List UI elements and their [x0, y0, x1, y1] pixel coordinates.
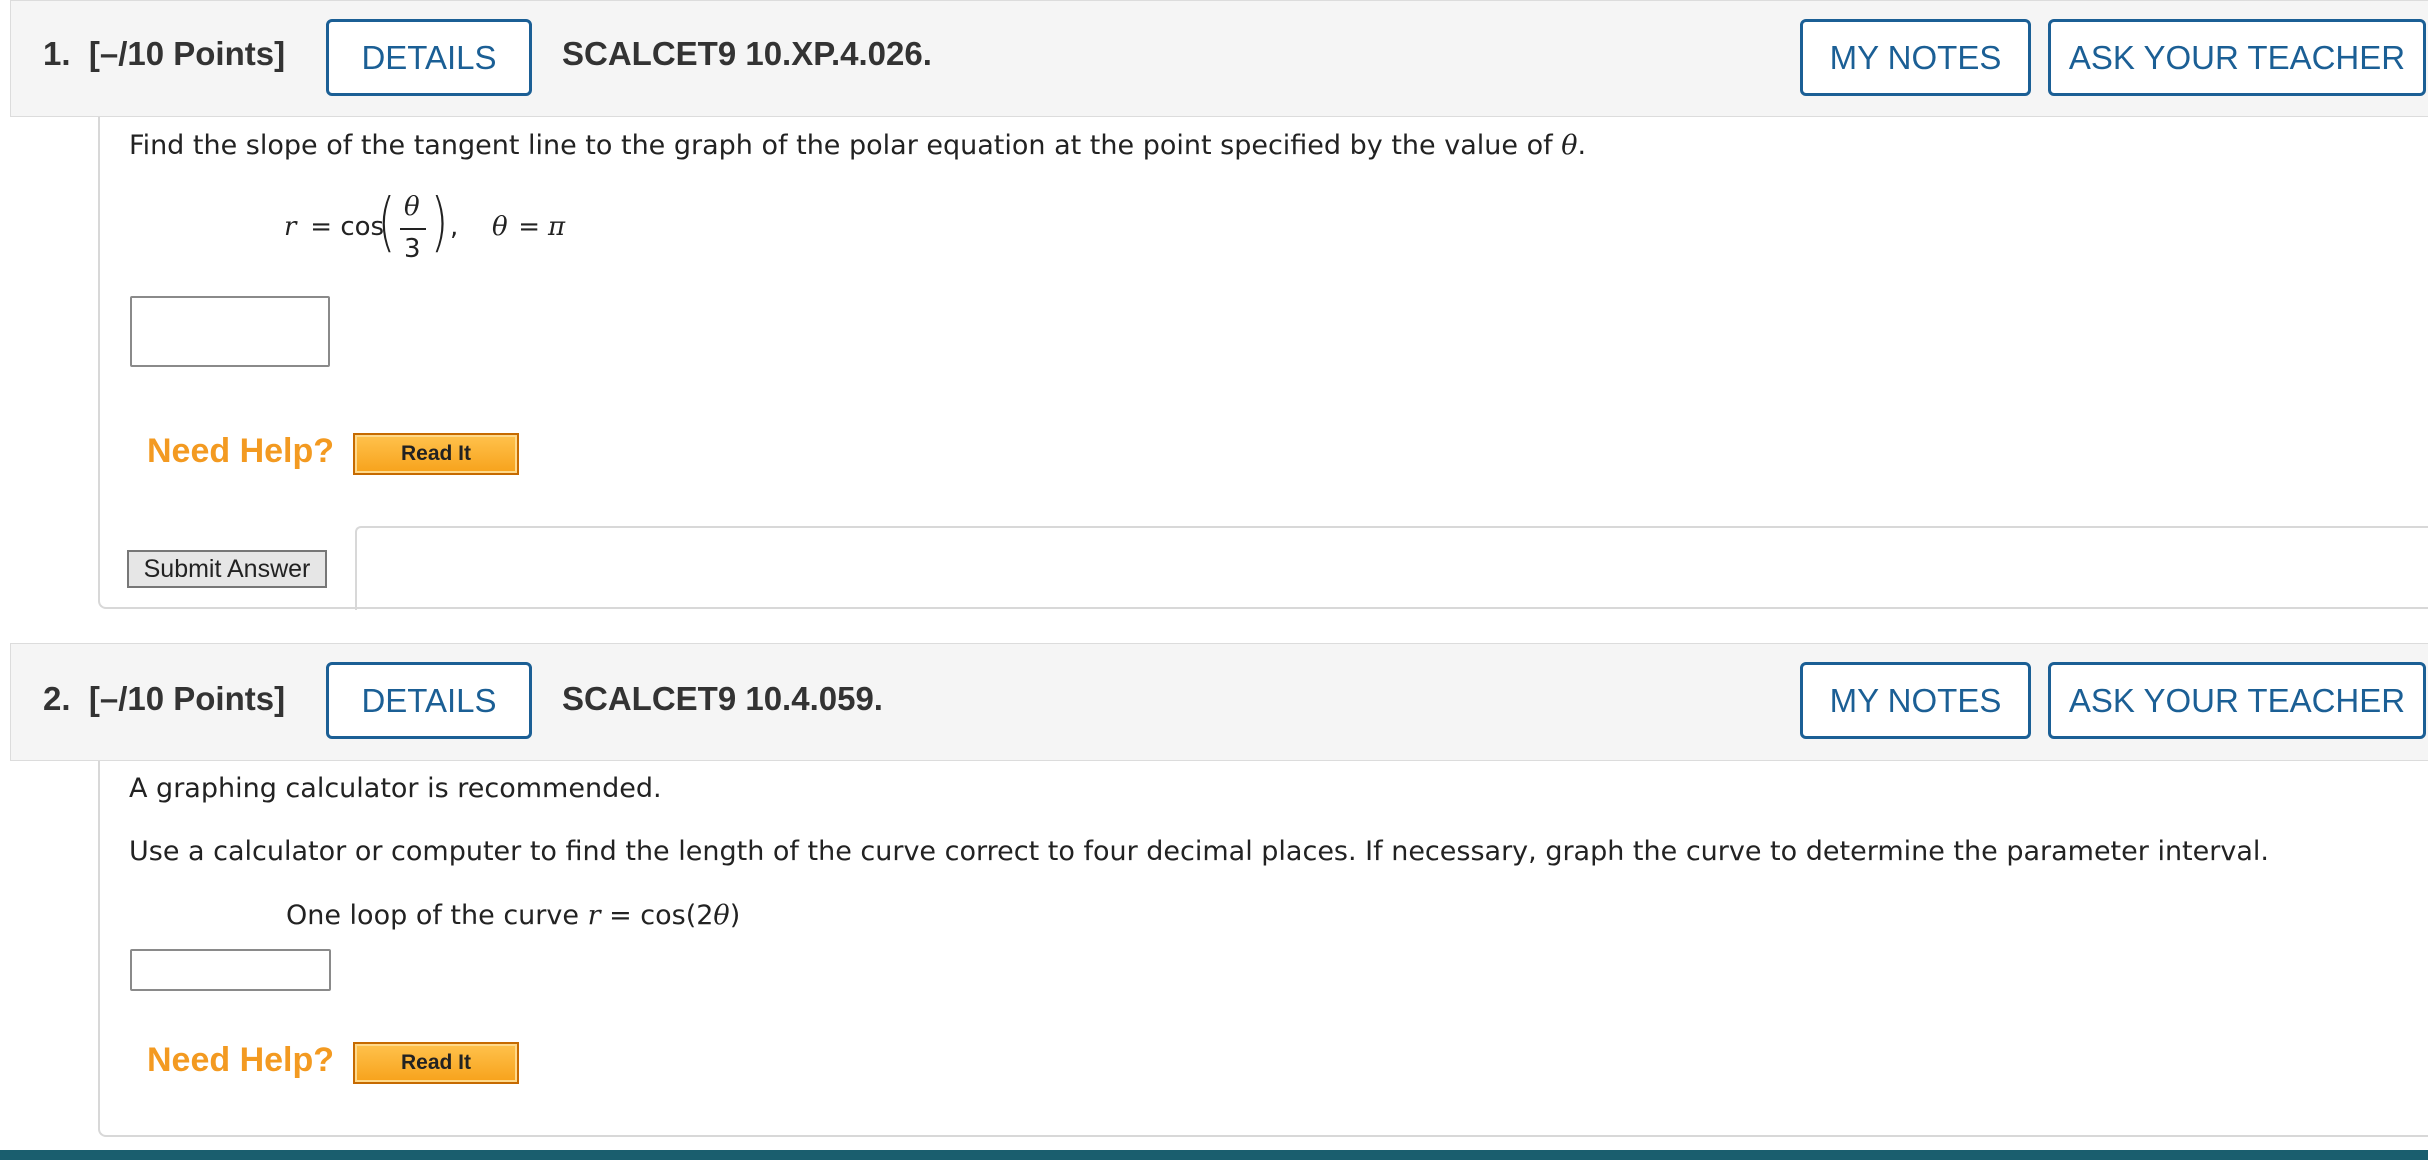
left-paren: ( — [377, 186, 396, 260]
question-2-line-1: A graphing calculator is recommended. — [129, 773, 662, 804]
question-1-prompt: Find the slope of the tangent line to th… — [129, 130, 1587, 161]
read-it-button[interactable]: Read It — [353, 1042, 519, 1084]
submit-answer-button[interactable]: Submit Answer — [127, 550, 327, 588]
question-1-code: SCALCET9 10.XP.4.026. — [562, 35, 932, 72]
read-it-button[interactable]: Read It — [353, 433, 519, 475]
footer-bar — [0, 1150, 2428, 1160]
question-2-code: SCALCET9 10.4.059. — [562, 680, 883, 717]
fraction-denominator: 3 — [404, 234, 421, 264]
question-2-points: 2. [–/10 Points] — [43, 680, 286, 717]
question-2-curve: One loop of the curve r = cos(2θ) — [286, 900, 741, 931]
need-help-label: Need Help? — [147, 1041, 335, 1079]
question-2-line-2: Use a calculator or computer to find the… — [129, 836, 2269, 867]
ask-your-teacher-button[interactable]: ASK YOUR TEACHER — [2048, 19, 2426, 96]
answer-input-2[interactable] — [130, 949, 331, 991]
my-notes-button[interactable]: MY NOTES — [1800, 19, 2031, 96]
question-1-header: 1. [–/10 Points] DETAILS SCALCET9 10.XP.… — [10, 0, 2428, 117]
ask-your-teacher-button[interactable]: ASK YOUR TEACHER — [2048, 662, 2426, 739]
equation-cos: = cos — [302, 212, 385, 242]
equation-comma: , — [450, 212, 459, 242]
equation-r: r — [284, 212, 297, 242]
question-1-points: 1. [–/10 Points] — [43, 35, 286, 72]
fraction-bar — [400, 228, 426, 230]
answer-input-1[interactable] — [130, 296, 330, 367]
equation-pi: π — [548, 212, 566, 242]
equation-equals: = — [510, 212, 549, 242]
details-button[interactable]: DETAILS — [326, 662, 532, 739]
details-button[interactable]: DETAILS — [326, 19, 532, 96]
right-paren: ) — [430, 186, 449, 260]
need-help-label: Need Help? — [147, 432, 335, 470]
my-notes-button[interactable]: MY NOTES — [1800, 662, 2031, 739]
question-2-header: 2. [–/10 Points] DETAILS SCALCET9 10.4.0… — [10, 643, 2428, 761]
equation-theta: θ — [492, 212, 508, 242]
submit-area-border — [355, 526, 2428, 610]
fraction-numerator: θ — [404, 192, 420, 222]
